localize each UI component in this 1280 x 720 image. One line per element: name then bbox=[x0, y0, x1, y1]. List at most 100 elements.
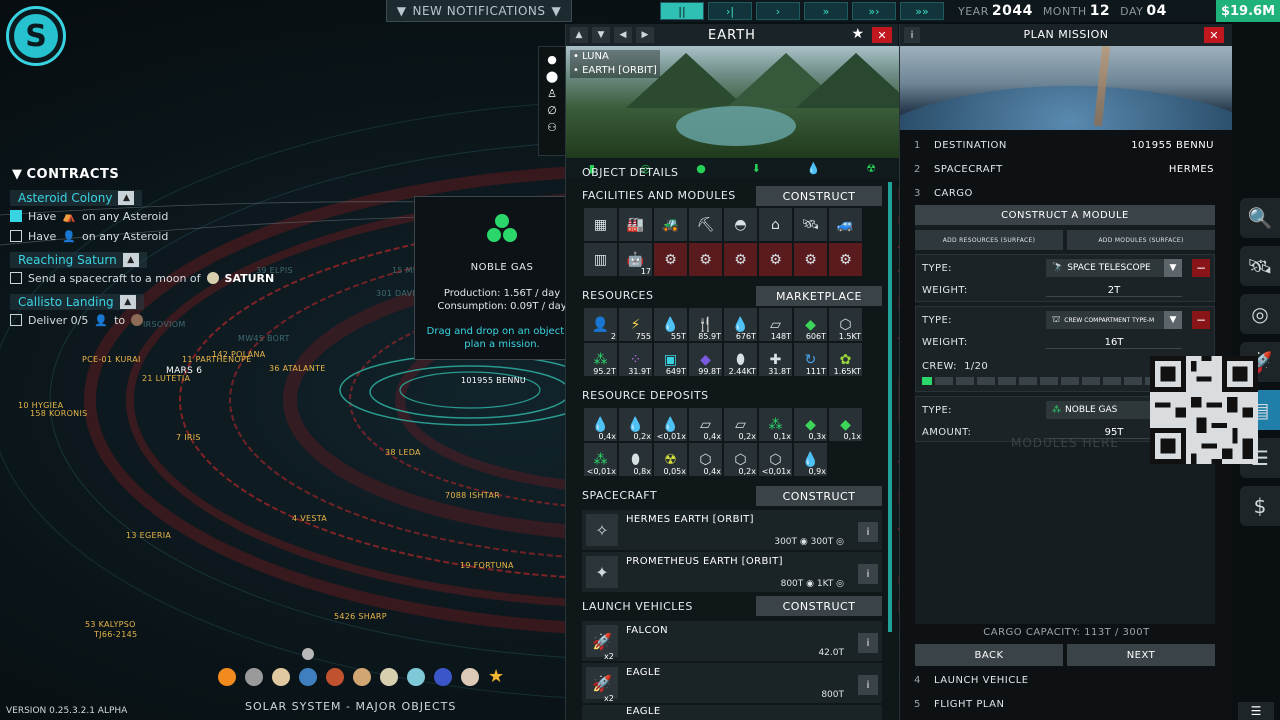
map-object-label[interactable]: PCE-01 KURAI bbox=[82, 355, 141, 364]
deposit-tile[interactable]: 💧 <0,01x bbox=[654, 408, 687, 441]
map-object-label[interactable]: 7 IRIS bbox=[176, 433, 201, 442]
circle-icon[interactable]: ● bbox=[696, 162, 706, 175]
launch-vehicle-card[interactable]: 🚀 x2 FALCON 42.0T i bbox=[582, 621, 882, 661]
deposit-tile[interactable]: ◆ 0,3x bbox=[794, 408, 827, 441]
resource-tile[interactable]: ◆ 99.8T bbox=[689, 343, 722, 376]
arrow-right-icon[interactable]: ▶ bbox=[636, 27, 654, 43]
deposit-tile[interactable]: ⬡ 0,2x bbox=[724, 443, 757, 476]
next-button[interactable]: NEXT bbox=[1067, 644, 1215, 666]
map-object-label[interactable]: 38 LEDA bbox=[385, 448, 421, 457]
resource-tile[interactable]: ✿ 1.65KT bbox=[829, 343, 862, 376]
facility-tile[interactable]: ⚙ bbox=[759, 243, 792, 276]
game-logo[interactable]: S bbox=[6, 6, 66, 66]
finance-icon[interactable]: $ bbox=[1240, 486, 1280, 526]
contracts-header[interactable]: ▼ CONTRACTS bbox=[0, 164, 290, 184]
venus-icon[interactable] bbox=[272, 668, 290, 686]
resource-tile[interactable]: ✚ 31.8T bbox=[759, 343, 792, 376]
arrow-down-icon[interactable]: ▼ bbox=[592, 27, 610, 43]
jupiter-icon[interactable] bbox=[353, 668, 371, 686]
facility-tile[interactable]: 🏭 bbox=[619, 208, 652, 241]
deposit-tile[interactable]: ⁂ <0,01x bbox=[584, 443, 617, 476]
resource-tile[interactable]: 💧 676T bbox=[724, 308, 757, 341]
map-object-label[interactable]: MW45 BORT bbox=[238, 334, 290, 343]
marketplace-button[interactable]: MARKETPLACE bbox=[756, 286, 882, 306]
launch-vehicle-card[interactable]: 🚀 x2 EAGLE 800T i bbox=[582, 663, 882, 703]
map-object-label[interactable]: 53 KALYPSO bbox=[85, 620, 136, 629]
add-resources-button[interactable]: ADD RESOURCES (SURFACE) bbox=[915, 230, 1063, 250]
contract-title[interactable]: Asteroid Colony ▲ bbox=[10, 190, 143, 206]
resource-tile[interactable]: ▱ 148T bbox=[759, 308, 792, 341]
neptune-icon[interactable] bbox=[434, 668, 452, 686]
map-object-label[interactable]: 5426 SHARP bbox=[334, 612, 387, 621]
drop-icon[interactable]: 💧 bbox=[807, 162, 821, 175]
uranus-icon[interactable] bbox=[407, 668, 425, 686]
deposit-tile[interactable]: ☢ 0,05x bbox=[654, 443, 687, 476]
arrow-up-icon[interactable]: ▲ bbox=[570, 27, 588, 43]
info-button[interactable]: i bbox=[858, 564, 878, 584]
contract-title[interactable]: Callisto Landing ▲ bbox=[10, 294, 144, 310]
favorite-star-icon[interactable]: ★ bbox=[851, 26, 864, 42]
construct-launch-vehicle-button[interactable]: CONSTRUCT bbox=[756, 596, 882, 616]
module-type-select[interactable]: ⛫ CREW COMPARTMENT TYPE-M ▼ bbox=[1046, 311, 1182, 329]
info-button[interactable]: i bbox=[858, 522, 878, 542]
earth-icon[interactable] bbox=[299, 648, 317, 686]
resource-tile[interactable]: ⁂ 95.2T bbox=[584, 343, 617, 376]
pluto-icon[interactable] bbox=[461, 668, 479, 686]
map-object-label[interactable]: 4 VESTA bbox=[292, 514, 327, 523]
mission-step-destination[interactable]: 1 DESTINATION 101955 BENNU bbox=[914, 135, 1214, 155]
deposit-tile[interactable]: ▱ 0,2x bbox=[724, 408, 757, 441]
back-button[interactable]: BACK bbox=[915, 644, 1063, 666]
mission-step-launch-vehicle[interactable]: 4 LAUNCH VEHICLE bbox=[914, 670, 1214, 690]
resource-tile[interactable]: ⚡ 755 bbox=[619, 308, 652, 341]
resource-tile[interactable]: ▣ 649T bbox=[654, 343, 687, 376]
map-object-label[interactable]: 21 LUTETIA bbox=[142, 374, 190, 383]
remove-module-button[interactable]: − bbox=[1192, 259, 1210, 277]
speed-1-button[interactable]: › bbox=[756, 2, 800, 20]
facility-tile[interactable]: ⚙ bbox=[689, 243, 722, 276]
resource-tile[interactable]: ⬮ 2.44KT bbox=[724, 343, 757, 376]
resource-tile[interactable]: ◆ 606T bbox=[794, 308, 827, 341]
deposit-tile[interactable]: 💧 0,4x bbox=[584, 408, 617, 441]
satellite-icon[interactable]: 🛰 bbox=[1240, 246, 1280, 286]
favorites-star-icon[interactable]: ★ bbox=[488, 668, 504, 686]
map-object-label[interactable]: TJ66-2145 bbox=[94, 630, 137, 639]
pause-button[interactable]: || bbox=[660, 2, 704, 20]
module-type-select[interactable]: 🔭 SPACE TELESCOPE ▼ bbox=[1046, 259, 1182, 277]
close-button[interactable]: ✕ bbox=[872, 27, 892, 43]
deposit-tile[interactable]: 💧 0,2x bbox=[619, 408, 652, 441]
facility-tile[interactable]: ⚙ bbox=[794, 243, 827, 276]
facility-tile[interactable]: 🛰 bbox=[794, 208, 827, 241]
filter-none-icon[interactable]: ∅ bbox=[547, 104, 557, 117]
map-object-label[interactable]: 13 EGERIA bbox=[126, 531, 171, 540]
filter-all-icon[interactable]: ● bbox=[547, 53, 557, 66]
add-modules-button[interactable]: ADD MODULES (SURFACE) bbox=[1067, 230, 1215, 250]
construct-spacecraft-button[interactable]: CONSTRUCT bbox=[756, 486, 882, 506]
deposit-tile[interactable]: ▱ 0,4x bbox=[689, 408, 722, 441]
resource-tile[interactable]: 💧 55T bbox=[654, 308, 687, 341]
resource-tile[interactable]: ⬡ 1.5KT bbox=[829, 308, 862, 341]
mission-step-cargo[interactable]: 3 CARGO bbox=[914, 183, 1214, 203]
facility-tile[interactable]: ⚙ bbox=[724, 243, 757, 276]
deposit-tile[interactable]: ⁂ 0,1x bbox=[759, 408, 792, 441]
download-icon[interactable]: ⬇ bbox=[752, 162, 761, 175]
spacecraft-card[interactable]: ✧ HERMES EARTH [ORBIT] 300T ◉ 300T ◎ i bbox=[582, 510, 882, 550]
resource-tile[interactable]: ↻ 111T bbox=[794, 343, 827, 376]
resource-tile[interactable]: 👤 2 bbox=[584, 308, 617, 341]
close-button[interactable]: ✕ bbox=[1204, 27, 1224, 43]
facility-tile[interactable]: 🤖 17 bbox=[619, 243, 652, 276]
collapse-arrow-icon[interactable]: ▲ bbox=[118, 191, 135, 205]
filter-crew-icon[interactable]: ♙ bbox=[547, 87, 557, 100]
deposit-tile[interactable]: ⬡ <0,01x bbox=[759, 443, 792, 476]
panel-scrollbar[interactable] bbox=[888, 182, 892, 632]
mission-step-spacecraft[interactable]: 2 SPACECRAFT HERMES bbox=[914, 159, 1214, 179]
deposit-tile[interactable]: 💧 0,9x bbox=[794, 443, 827, 476]
map-object-label[interactable]: 11 PARTHENOPE bbox=[182, 355, 252, 364]
facility-tile[interactable]: ⌂ bbox=[759, 208, 792, 241]
deposit-tile[interactable]: ⬮ 0,8x bbox=[619, 443, 652, 476]
link-luna[interactable]: • LUNA bbox=[570, 50, 660, 64]
crew-slider[interactable] bbox=[922, 377, 1163, 385]
menu-icon[interactable]: ☰ bbox=[1238, 702, 1274, 720]
facility-tile[interactable]: ◓ bbox=[724, 208, 757, 241]
remove-module-button[interactable]: − bbox=[1192, 311, 1210, 329]
contract-title[interactable]: Reaching Saturn ▲ bbox=[10, 252, 147, 268]
